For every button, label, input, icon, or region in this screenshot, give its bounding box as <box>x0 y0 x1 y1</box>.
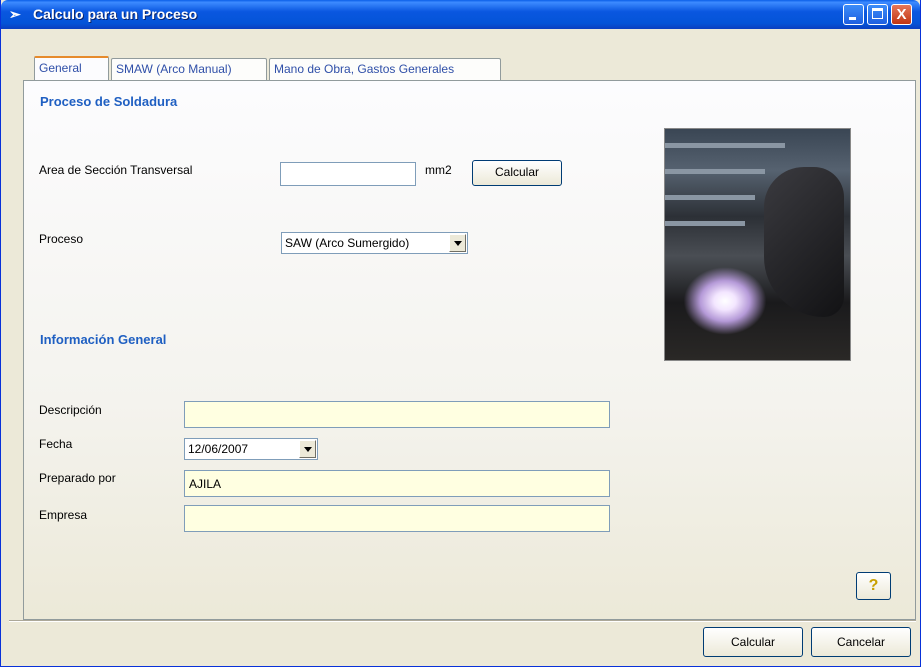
area-unit: mm2 <box>425 163 452 177</box>
minimize-button[interactable] <box>843 4 864 25</box>
descripcion-input[interactable] <box>184 401 610 428</box>
help-button[interactable]: ? <box>856 572 891 600</box>
title-bar[interactable]: ➣ Calculo para un Proceso X <box>1 0 920 29</box>
maximize-icon <box>872 8 883 19</box>
calcular-button[interactable]: Calcular <box>703 627 803 657</box>
minimize-icon <box>849 17 856 20</box>
welder-helmet <box>764 167 844 317</box>
area-label: Area de Sección Transversal <box>39 163 193 177</box>
photo-detail <box>665 195 755 200</box>
photo-detail <box>665 169 765 174</box>
footer-divider <box>9 620 916 622</box>
descripcion-label: Descripción <box>39 403 102 417</box>
section-info-title: Información General <box>40 332 167 347</box>
section-proceso-title: Proceso de Soldadura <box>40 94 178 109</box>
chevron-down-icon[interactable] <box>299 440 316 458</box>
app-icon: ➣ <box>9 6 21 22</box>
photo-detail <box>665 221 745 226</box>
tab-mano-de-obra[interactable]: Mano de Obra, Gastos Generales <box>269 58 501 80</box>
close-button[interactable]: X <box>891 4 912 25</box>
proceso-label: Proceso <box>39 232 84 246</box>
tab-smaw[interactable]: SMAW (Arco Manual) <box>111 58 267 80</box>
photo-detail <box>665 143 785 148</box>
welding-photo <box>664 128 851 361</box>
chevron-down-icon[interactable] <box>449 234 466 252</box>
help-icon: ? <box>868 577 879 594</box>
empresa-label: Empresa <box>39 508 88 522</box>
calcular-area-button[interactable]: Calcular <box>472 160 562 186</box>
proceso-select-value: SAW (Arco Sumergido) <box>285 236 410 250</box>
close-icon: X <box>896 6 907 23</box>
maximize-button[interactable] <box>867 4 888 25</box>
area-input[interactable] <box>280 162 416 186</box>
proceso-select[interactable]: SAW (Arco Sumergido) <box>281 232 468 254</box>
empresa-input[interactable] <box>184 505 610 532</box>
preparado-input[interactable] <box>184 470 610 497</box>
fecha-picker[interactable]: 12/06/2007 <box>184 438 318 460</box>
fecha-label: Fecha <box>39 437 73 451</box>
tab-general[interactable]: General <box>34 56 109 81</box>
fecha-value: 12/06/2007 <box>188 442 249 456</box>
cancelar-button[interactable]: Cancelar <box>811 627 911 657</box>
window-title: Calculo para un Proceso <box>33 6 198 22</box>
preparado-label: Preparado por <box>39 471 116 485</box>
